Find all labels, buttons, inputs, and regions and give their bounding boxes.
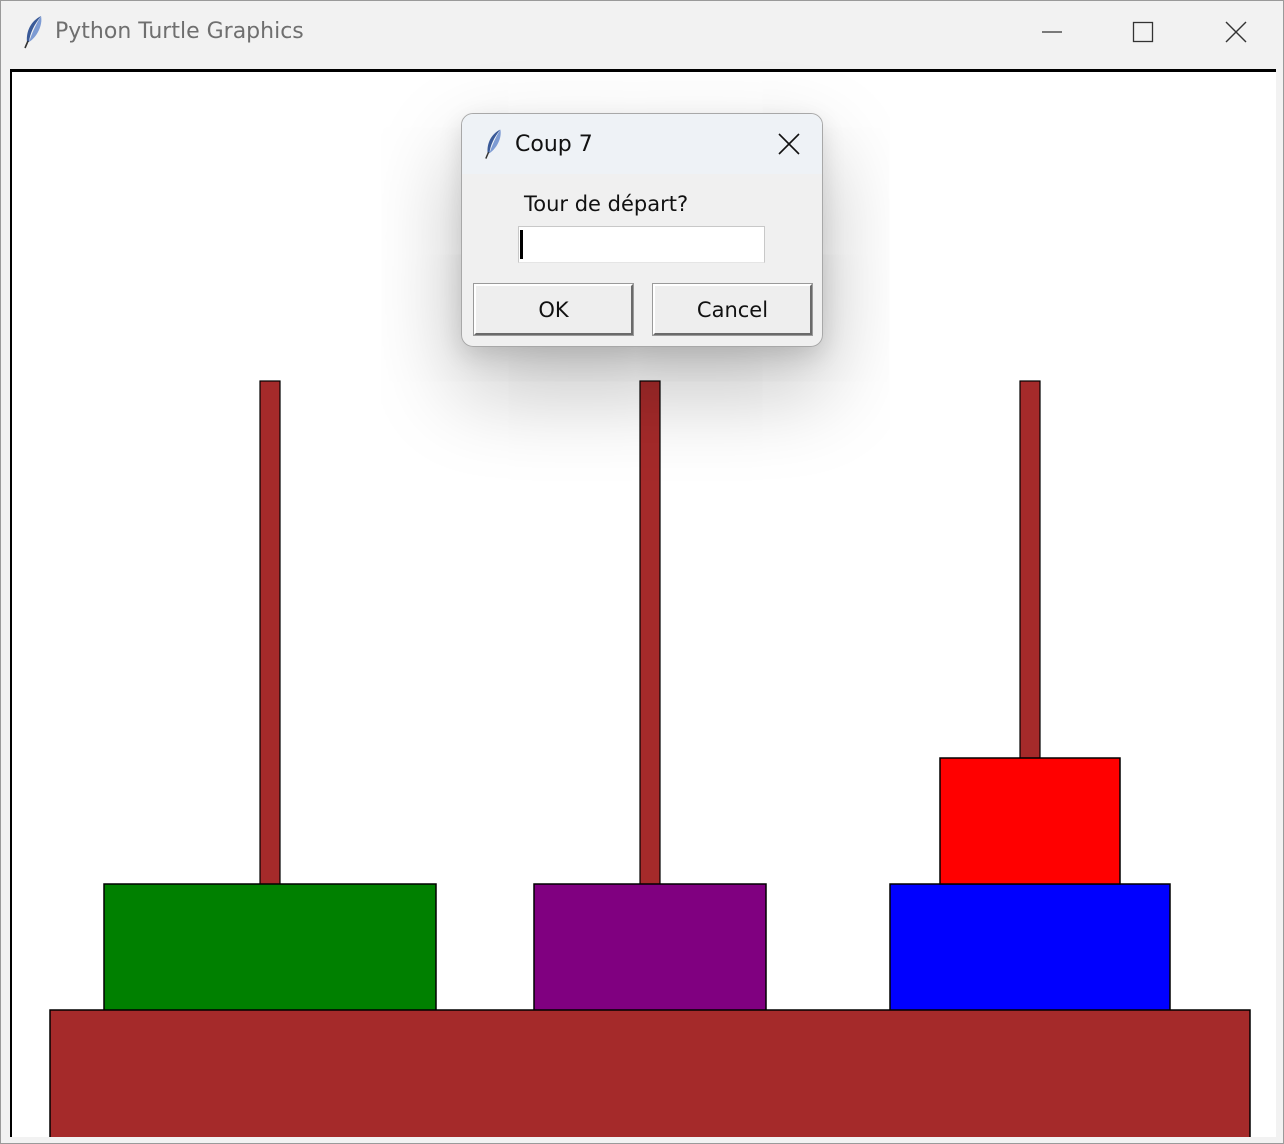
window-title: Python Turtle Graphics — [55, 19, 304, 44]
text-caret — [520, 230, 523, 259]
purple-disk — [533, 883, 767, 1012]
minimize-icon — [1042, 31, 1062, 33]
dialog-close-button[interactable] — [768, 126, 810, 162]
feather-icon — [23, 15, 45, 49]
maximize-icon — [1132, 21, 1154, 43]
close-icon — [778, 133, 800, 155]
dialog-title: Coup 7 — [515, 132, 593, 157]
window-titlebar[interactable]: Python Turtle Graphics — [1, 1, 1283, 65]
peg-right — [1019, 380, 1041, 760]
close-icon — [1225, 21, 1247, 43]
ok-button[interactable]: OK — [473, 283, 634, 336]
maximize-button[interactable] — [1098, 1, 1188, 63]
dialog-titlebar[interactable]: Coup 7 — [462, 114, 822, 174]
base-platform — [49, 1009, 1251, 1137]
dialog-prompt: Tour de départ? — [524, 192, 689, 216]
input-dialog: Coup 7 Tour de départ? OK Cancel — [461, 113, 823, 347]
close-button[interactable] — [1191, 1, 1281, 63]
feather-icon — [484, 128, 504, 160]
red-disk — [939, 757, 1121, 885]
cancel-button[interactable]: Cancel — [652, 283, 813, 336]
green-disk — [103, 883, 437, 1012]
minimize-button[interactable] — [1007, 1, 1097, 63]
blue-disk — [889, 883, 1171, 1012]
start-tower-input[interactable] — [518, 226, 765, 263]
peg-middle — [639, 380, 661, 886]
peg-left — [259, 380, 281, 886]
